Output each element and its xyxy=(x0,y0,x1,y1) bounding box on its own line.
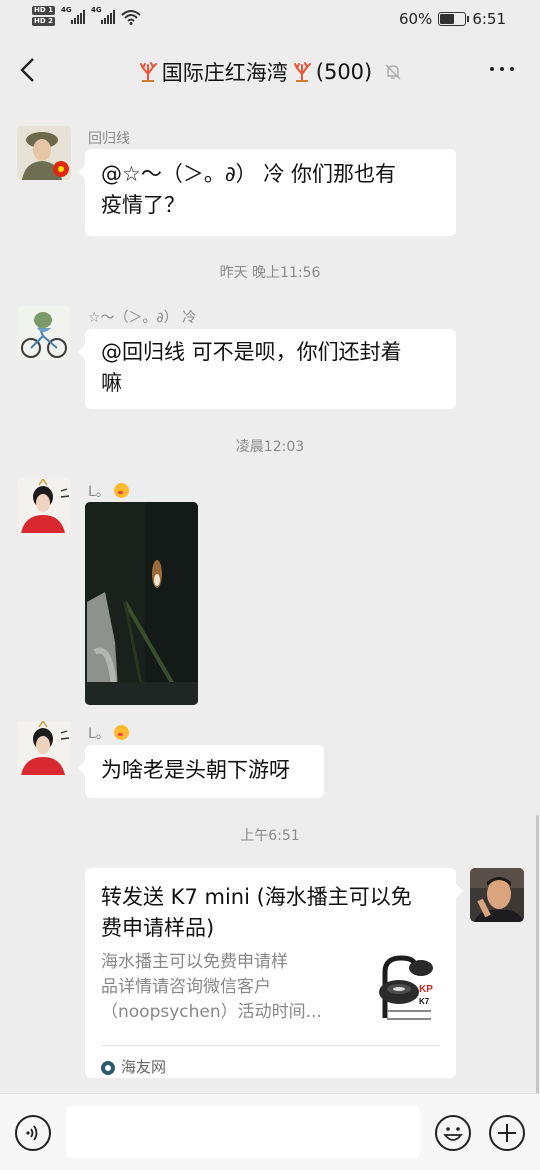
link-card[interactable]: 转发送 K7 mini (海水播主可以免 费申请样品) 海水播主可以免费申请样 … xyxy=(85,868,463,1078)
plus-icon[interactable] xyxy=(489,1115,525,1151)
signal-icon-2: 4G xyxy=(91,6,115,24)
svg-text:K7: K7 xyxy=(419,997,430,1006)
timestamp: 上午6:51 xyxy=(240,828,300,844)
message-bubble[interactable]: @回归线 可不是呗，你们还封着 嘛 xyxy=(78,329,456,409)
avatar[interactable] xyxy=(470,868,524,922)
coral-icon xyxy=(139,62,157,82)
svg-text:KP: KP xyxy=(419,984,433,995)
message-text: 疫情了？ xyxy=(101,193,185,217)
group-name: 国际庄红海湾 xyxy=(161,61,288,85)
kiss-emoji-icon xyxy=(114,483,130,498)
input-bar xyxy=(0,1093,540,1170)
avatar[interactable] xyxy=(17,306,71,360)
divider xyxy=(101,1045,440,1046)
message-bubble[interactable]: @☆～（＞。∂） 冷 你们那也有 疫情了？ xyxy=(78,149,456,236)
message-text: @回归线 可不是呗，你们还封着 xyxy=(101,340,402,364)
member-count: (500) xyxy=(315,60,373,84)
chat-header: 国际庄红海湾 (500) xyxy=(0,40,540,102)
source-icon xyxy=(101,1060,115,1075)
avatar[interactable] xyxy=(17,126,71,180)
message-input[interactable] xyxy=(66,1106,420,1158)
battery-percent: 60% xyxy=(398,10,433,28)
avatar[interactable] xyxy=(17,479,71,533)
card-title: 转发送 K7 mini (海水播主可以免 费申请样品) xyxy=(101,885,412,940)
sender-name: L。 xyxy=(88,723,130,743)
more-icon[interactable] xyxy=(490,67,514,71)
mute-bell-icon xyxy=(385,64,401,80)
card-source: 海友网 xyxy=(101,1052,166,1083)
timestamp: 昨天 晚上11:56 xyxy=(219,265,321,281)
kiss-emoji-icon xyxy=(114,725,130,740)
sender-name: L。 xyxy=(88,481,130,501)
message-text: 为啥老是头朝下游呀 xyxy=(101,758,290,782)
product-thumbnail: KP K7 xyxy=(375,952,439,1026)
sender-name: ☆～（＞。∂） 冷 xyxy=(88,310,197,326)
clock: 6:51 xyxy=(472,10,506,28)
chat-title[interactable]: 国际庄红海湾 (500) xyxy=(0,57,540,87)
hd-indicator: HD 1 HD 2 xyxy=(32,6,55,26)
shared-photo[interactable] xyxy=(85,502,198,705)
sender-name: 回归线 xyxy=(88,131,130,147)
voice-icon[interactable] xyxy=(15,1115,51,1151)
card-description: 海水播主可以免费申请样 品详情请咨询微信客户 （noopsychen）活动时间.… xyxy=(101,952,322,1022)
signal-icon-1: 4G xyxy=(61,6,85,24)
wifi-icon xyxy=(121,10,141,25)
status-bar: HD 1 HD 2 4G 4G 60% 6:51 xyxy=(0,0,540,40)
emoji-icon[interactable] xyxy=(435,1115,471,1151)
message-text: 嘛 xyxy=(101,371,122,395)
message-text: @☆～（＞。∂） 冷 你们那也有 xyxy=(101,162,397,186)
scrollbar[interactable] xyxy=(536,815,539,1095)
avatar[interactable] xyxy=(17,721,71,775)
battery-icon xyxy=(438,12,470,26)
coral-icon xyxy=(293,62,311,82)
timestamp: 凌晨12:03 xyxy=(235,439,305,455)
message-bubble[interactable]: 为啥老是头朝下游呀 xyxy=(78,745,324,798)
